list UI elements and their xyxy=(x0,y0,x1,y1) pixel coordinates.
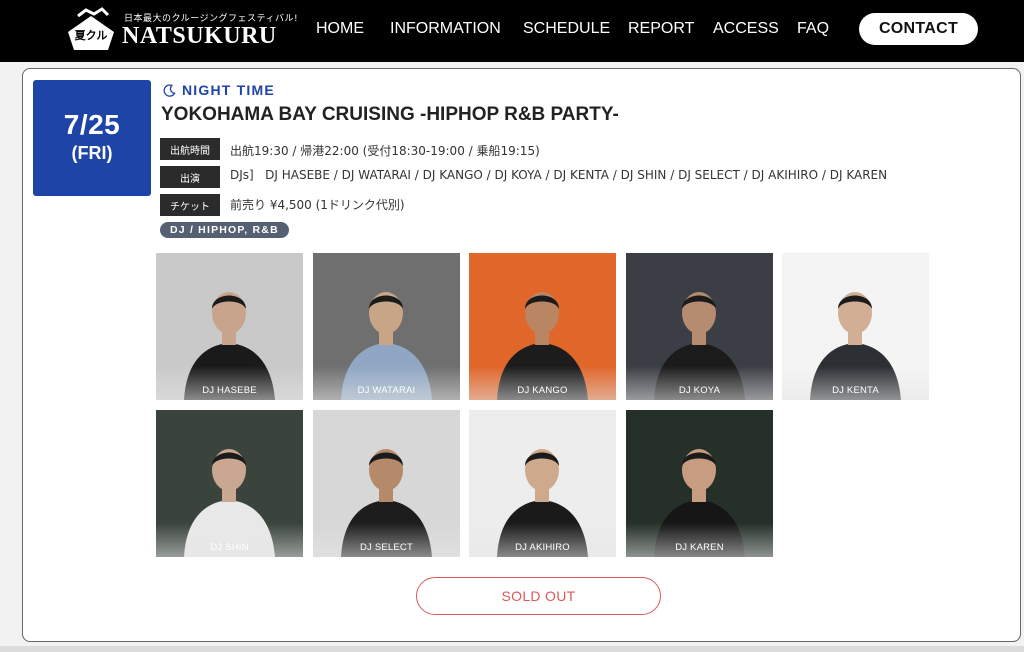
performer-name: DJ KOYA xyxy=(626,366,773,400)
event-date-box: 7/25 (FRI) xyxy=(33,80,151,196)
site-header: 夏クル 日本最大のクルージングフェスティバル! NATSUKURU HOME I… xyxy=(0,0,1024,62)
performer-photo: DJ KANGO xyxy=(469,253,616,400)
performer-name: DJ AKIHIRO xyxy=(469,523,616,557)
site-logo[interactable]: 夏クル 日本最大のクルージングフェスティバル! NATSUKURU xyxy=(64,6,298,56)
performer-name: DJ KENTA xyxy=(782,366,929,400)
performer-name: DJ KANGO xyxy=(469,366,616,400)
performer-photo: DJ KOYA xyxy=(626,253,773,400)
genre-tag: DJ / HIPHOP, R&B xyxy=(160,222,289,238)
info-label-lineup: 出演 xyxy=(160,166,220,188)
event-date: 7/25 xyxy=(63,109,121,140)
info-value-ticket: 前売り ¥4,500 (1ドリンク代別) xyxy=(230,198,405,212)
performer-photo: DJ SELECT xyxy=(313,410,460,557)
bottom-scroll-strip xyxy=(0,646,1024,652)
performer-photo: DJ KENTA xyxy=(782,253,929,400)
logo-wordmark: NATSUKURU xyxy=(122,23,277,49)
performer-photo: DJ AKIHIRO xyxy=(469,410,616,557)
nav-faq[interactable]: FAQ xyxy=(797,20,829,38)
event-title: YOKOHAMA BAY CRUISING -HIPHOP R&B PARTY- xyxy=(161,104,619,125)
time-of-day-text: NIGHT TIME xyxy=(182,82,275,98)
performer-photo: DJ KAREN xyxy=(626,410,773,557)
info-value-departure: 出航19:30 / 帰港22:00 (受付18:30-19:00 / 乗船19:… xyxy=(230,144,540,158)
moon-icon xyxy=(163,83,176,97)
nav-home[interactable]: HOME xyxy=(316,20,364,38)
ship-logo-icon: 夏クル xyxy=(68,7,114,50)
nav-report[interactable]: REPORT xyxy=(628,20,694,38)
info-label-ticket: チケット xyxy=(160,194,220,216)
time-of-day-label: NIGHT TIME xyxy=(163,82,275,98)
performer-photo: DJ HASEBE xyxy=(156,253,303,400)
nav-schedule[interactable]: SCHEDULE xyxy=(523,20,610,38)
nav-information[interactable]: INFORMATION xyxy=(390,20,501,38)
contact-button[interactable]: CONTACT xyxy=(859,13,978,45)
performer-photo: DJ WATARAI xyxy=(313,253,460,400)
nav-access[interactable]: ACCESS xyxy=(713,20,779,38)
info-label-departure: 出航時間 xyxy=(160,138,220,160)
performer-name: DJ SELECT xyxy=(313,523,460,557)
performer-photo: DJ SHIN xyxy=(156,410,303,557)
performer-name: DJ KAREN xyxy=(626,523,773,557)
performer-name: DJ SHIN xyxy=(156,523,303,557)
performer-name: DJ WATARAI xyxy=(313,366,460,400)
event-day: (FRI) xyxy=(71,143,113,163)
logo-mark-text: 夏クル xyxy=(75,29,108,42)
sold-out-button[interactable]: SOLD OUT xyxy=(416,577,661,615)
info-value-lineup: DJs] DJ HASEBE / DJ WATARAI / DJ KANGO /… xyxy=(230,168,888,182)
performer-name: DJ HASEBE xyxy=(156,366,303,400)
